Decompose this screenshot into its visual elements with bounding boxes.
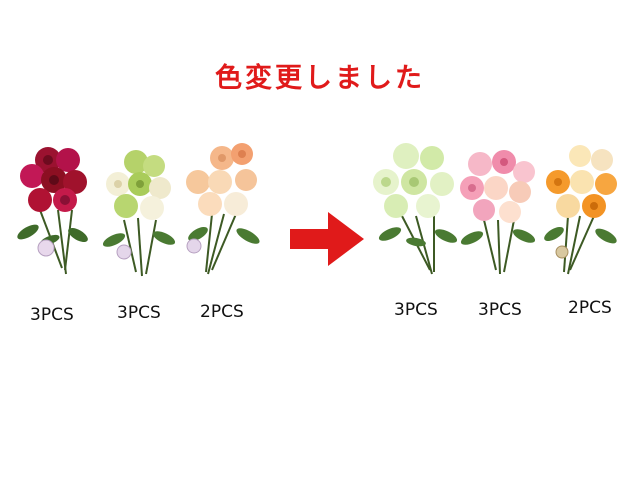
after-quantity-label-1: 3PCS xyxy=(394,300,438,320)
after-bouquet-pink-image xyxy=(460,150,536,275)
after-bouquet-orange-image xyxy=(544,145,617,275)
after-quantity-label-2: 3PCS xyxy=(478,300,522,320)
right-arrow-icon xyxy=(290,212,364,266)
page-title: 色変更しました xyxy=(215,63,425,94)
after-quantity-label-3: 2PCS xyxy=(568,298,612,318)
before-quantity-label-3: 2PCS xyxy=(200,302,244,322)
product-color-change-banner: 色変更しました 3PCS 3PCS 2PCS 3PCS 3PCS 2PCS xyxy=(0,0,640,480)
before-quantity-label-2: 3PCS xyxy=(117,303,161,323)
after-bouquet-green-image xyxy=(373,143,458,275)
before-quantity-label-1: 3PCS xyxy=(30,305,74,325)
before-bouquet-green-cream-image xyxy=(102,150,176,277)
before-bouquet-peach-image xyxy=(186,143,260,275)
before-bouquet-red-image xyxy=(17,147,88,275)
